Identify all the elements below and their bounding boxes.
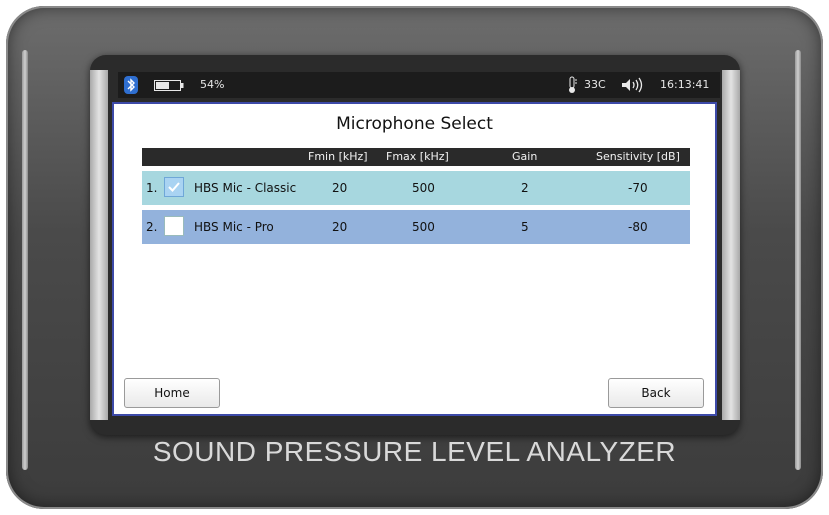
column-header-sensitivity: Sensitivity [dB] bbox=[596, 150, 680, 163]
battery-percentage: 54% bbox=[200, 78, 225, 91]
battery-icon bbox=[154, 80, 184, 91]
temperature-value: 33C bbox=[584, 78, 606, 91]
gain-value: 5 bbox=[521, 220, 529, 234]
device-right-rail bbox=[795, 50, 801, 470]
page-title: Microphone Select bbox=[336, 114, 493, 134]
speaker-icon[interactable] bbox=[620, 76, 644, 94]
clock: 16:13:41 bbox=[660, 78, 710, 91]
bezel-right-edge bbox=[722, 70, 740, 420]
sensitivity-value: -70 bbox=[628, 181, 648, 195]
table-row[interactable]: 1. HBS Mic - Classic 20 500 2 -70 bbox=[142, 171, 690, 205]
bluetooth-icon bbox=[124, 76, 138, 94]
fmax-value: 500 bbox=[412, 181, 435, 195]
sensitivity-value: -80 bbox=[628, 220, 648, 234]
fmin-value: 20 bbox=[332, 220, 348, 234]
column-header-fmax: Fmax [kHz] bbox=[386, 150, 449, 163]
status-bar: 54% 33C 16:13:41 bbox=[118, 72, 720, 98]
table-row[interactable]: 2. HBS Mic - Pro 20 500 5 -80 bbox=[142, 210, 690, 244]
thermometer-icon bbox=[566, 76, 578, 94]
table-header: Fmin [kHz] Fmax [kHz] Gain Sensitivity [… bbox=[142, 148, 690, 166]
home-button[interactable]: Home bbox=[124, 378, 220, 408]
back-button[interactable]: Back bbox=[608, 378, 704, 408]
device-left-rail bbox=[22, 50, 28, 470]
mic-select-checkbox[interactable] bbox=[164, 216, 184, 236]
column-header-gain: Gain bbox=[512, 150, 538, 163]
mic-name: HBS Mic - Pro bbox=[194, 220, 274, 234]
device-label: SOUND PRESSURE LEVEL ANALYZER bbox=[152, 436, 677, 467]
mic-select-checkbox[interactable] bbox=[164, 177, 184, 197]
gain-value: 2 bbox=[521, 181, 529, 195]
row-index: 2. bbox=[146, 220, 158, 234]
fmax-value: 500 bbox=[412, 220, 435, 234]
fmin-value: 20 bbox=[332, 181, 348, 195]
column-header-fmin: Fmin [kHz] bbox=[308, 150, 368, 163]
checkmark-icon bbox=[168, 182, 180, 192]
row-index: 1. bbox=[146, 181, 158, 195]
microphone-select-screen: Microphone Select Fmin [kHz] Fmax [kHz] … bbox=[112, 102, 717, 416]
mic-name: HBS Mic - Classic bbox=[194, 181, 297, 195]
bezel-left-edge bbox=[90, 70, 108, 420]
